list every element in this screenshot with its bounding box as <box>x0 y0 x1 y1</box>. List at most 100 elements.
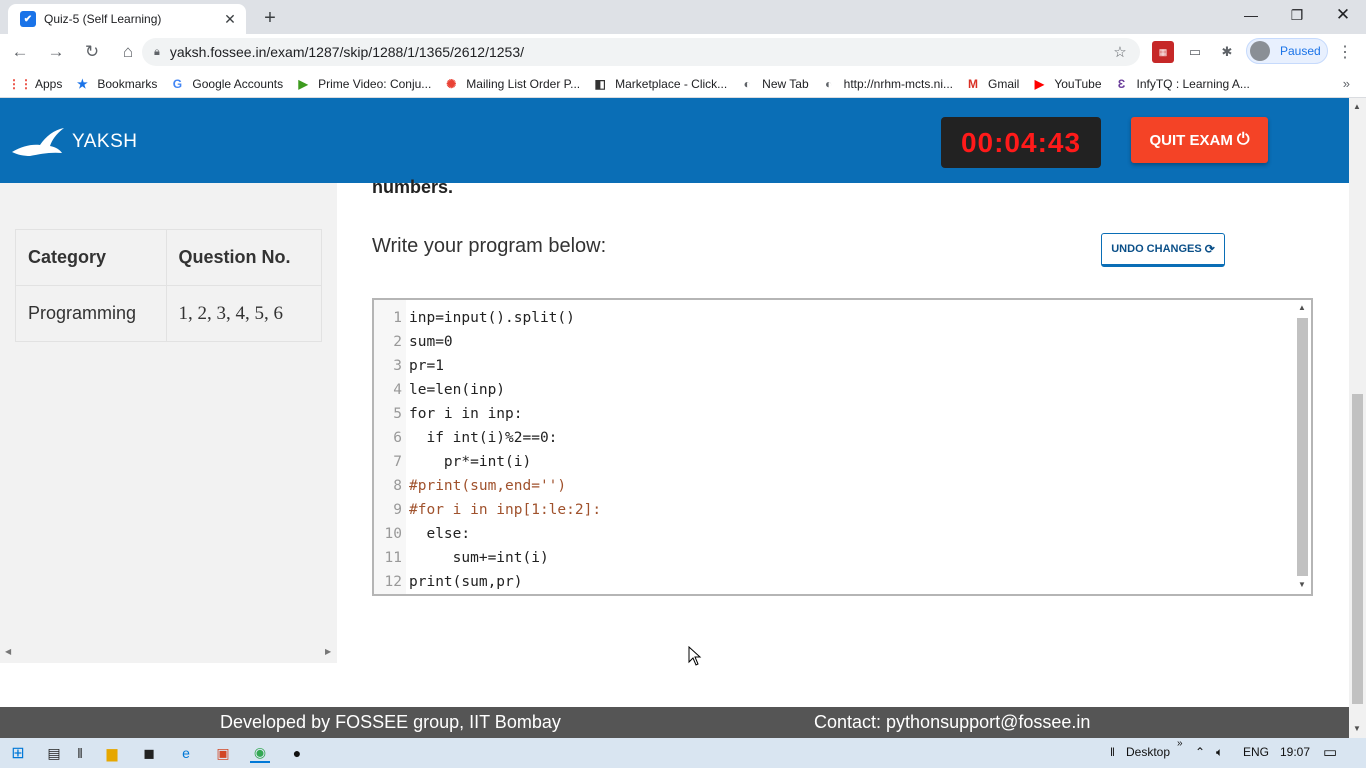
code-text: pr*=int(i) <box>409 454 532 470</box>
new-tab-button[interactable]: + <box>258 6 282 30</box>
powerpoint-icon[interactable]: ▣ <box>213 743 233 763</box>
code-line[interactable]: 3 pr=1 <box>374 354 1294 378</box>
desktop-label[interactable]: Desktop <box>1126 745 1170 759</box>
code-editor[interactable]: ▲ ▼ 1 inp=input().split() 2 sum=0 3 pr=1 4 le=l… <box>372 298 1313 596</box>
toolbar-expand-icon[interactable]: » <box>1177 738 1183 749</box>
developed-by-text: Developed by FOSSEE group, IIT Bombay <box>220 712 561 732</box>
editor-scrollbar[interactable]: ▲ ▼ <box>1296 302 1309 592</box>
code-line[interactable]: 7 pr*=int(i) <box>374 450 1294 474</box>
yaksh-logo[interactable]: YAKSH <box>10 126 138 158</box>
line-number: 3 <box>393 358 402 374</box>
code-line[interactable]: 6 if int(i)%2==0: <box>374 426 1294 450</box>
profile-paused-button[interactable]: Paused <box>1246 38 1328 64</box>
scroll-down-icon[interactable]: ▼ <box>1298 580 1306 589</box>
back-icon[interactable]: ← <box>4 36 36 68</box>
category-cell: Programming <box>15 285 167 342</box>
category-header: Category <box>15 229 167 286</box>
taskbar-divider-icon: ‖ <box>77 745 83 761</box>
quit-exam-button[interactable]: QUIT EXAM ⏻ <box>1131 117 1268 163</box>
code-line[interactable]: 4 le=len(inp) <box>374 378 1294 402</box>
code-line[interactable]: 2 sum=0 <box>374 330 1294 354</box>
page-scroll-thumb[interactable] <box>1352 394 1363 704</box>
bookmark-item[interactable]: ▶ Prime Video: Conju... <box>295 76 432 92</box>
bookmarks-overflow-icon[interactable]: » <box>1343 76 1350 91</box>
marketplace-icon: ◧ <box>594 76 606 91</box>
bookmark-item[interactable]: ✺ Mailing List Order P... <box>443 76 580 92</box>
browser-tab-strip: ✔ Quiz-5 (Self Learning) ✕ + — ❐ ✕ <box>0 0 1366 34</box>
menu-kebab-icon[interactable]: ⋮ <box>1334 41 1356 63</box>
undo-changes-button[interactable]: UNDO CHANGES ⟳ <box>1101 233 1225 267</box>
line-number: 11 <box>384 550 402 566</box>
browser-toolbar: ← → ↻ ⌂ 🔒︎ yaksh.fossee.in/exam/1287/ski… <box>0 34 1366 70</box>
restore-icon[interactable]: ❐ <box>1274 0 1320 30</box>
line-number: 5 <box>393 406 402 422</box>
bookmark-star-icon[interactable]: ☆ <box>1108 43 1132 61</box>
scroll-right-icon[interactable]: ▶ <box>325 647 331 656</box>
address-bar[interactable]: 🔒︎ yaksh.fossee.in/exam/1287/skip/1288/1… <box>142 38 1140 66</box>
bookmark-label: InfyTQ : Learning A... <box>1136 76 1250 91</box>
bookmark-item[interactable]: M Gmail <box>965 76 1019 92</box>
obs-icon[interactable]: ● <box>287 743 307 763</box>
question-numbers-cell[interactable]: 1, 2, 3, 4, 5, 6 <box>165 285 323 342</box>
code-text: print(sum,pr) <box>409 574 523 590</box>
table-row: Programming 1, 2, 3, 4, 5, 6 <box>15 285 323 342</box>
clock-time[interactable]: 19:07 <box>1280 745 1310 759</box>
page-scrollbar[interactable]: ▲ ▼ <box>1349 98 1366 738</box>
bookmark-label: Google Accounts <box>192 76 284 91</box>
code-line[interactable]: 12 print(sum,pr) <box>374 570 1294 594</box>
minimize-icon[interactable]: — <box>1228 0 1274 30</box>
line-number: 10 <box>384 526 402 542</box>
edge-icon[interactable]: e <box>176 743 196 763</box>
extension-red-icon[interactable]: ▦ <box>1152 41 1174 63</box>
bookmark-item[interactable]: ⋮⋮ Apps <box>8 76 63 92</box>
code-line[interactable]: 9 #for i in inp[1:le:2]: <box>374 498 1294 522</box>
code-line[interactable]: 10 else: <box>374 522 1294 546</box>
code-line[interactable]: 5 for i in inp: <box>374 402 1294 426</box>
file-explorer-icon[interactable]: ▆ <box>102 743 122 763</box>
task-view-icon[interactable]: ▤ <box>44 743 64 763</box>
page-scroll-down-icon[interactable]: ▼ <box>1353 724 1361 733</box>
code-line[interactable]: 8 #print(sum,end='') <box>374 474 1294 498</box>
store-icon[interactable]: ◼ <box>139 743 159 763</box>
language-indicator[interactable]: ENG <box>1243 745 1269 759</box>
scroll-up-icon[interactable]: ▲ <box>1298 303 1306 312</box>
close-tab-icon[interactable]: ✕ <box>222 11 238 27</box>
browser-tab[interactable]: ✔ Quiz-5 (Self Learning) ✕ <box>8 4 246 34</box>
windows-start-icon[interactable]: ⊞ <box>8 743 28 763</box>
bookmark-item[interactable]: Ɛ InfyTQ : Learning A... <box>1114 76 1250 92</box>
bookmark-item[interactable]: ◐ New Tab <box>739 76 809 92</box>
bookmark-item[interactable]: ◧ Marketplace - Click... <box>592 76 727 92</box>
code-line[interactable]: 1 inp=input().split() <box>374 306 1294 330</box>
bookmark-item[interactable]: G Google Accounts <box>169 76 283 92</box>
forward-icon[interactable]: → <box>40 36 72 68</box>
reload-icon[interactable]: ↻ <box>76 36 108 68</box>
extensions-puzzle-icon[interactable]: ✱ <box>1216 41 1238 63</box>
code-text: #print(sum,end='') <box>409 478 567 494</box>
cast-icon[interactable]: ▭ <box>1184 41 1206 63</box>
editor-scroll-thumb[interactable] <box>1297 318 1308 576</box>
scroll-left-icon[interactable]: ◀ <box>5 647 11 656</box>
window-close-icon[interactable]: ✕ <box>1320 0 1366 30</box>
page-scroll-up-icon[interactable]: ▲ <box>1353 102 1361 111</box>
star-icon: ★ <box>76 76 88 91</box>
chrome-icon[interactable]: ◉ <box>250 743 270 763</box>
question-content: numbers. Write your program below: UNDO … <box>372 177 1332 723</box>
code-line[interactable]: 11 sum+=int(i) <box>374 546 1294 570</box>
gmail-icon: M <box>968 76 978 91</box>
tray-up-icon[interactable]: ⌃ <box>1195 745 1205 759</box>
globe-icon: ◐ <box>743 76 751 91</box>
question-no-header: Question No. <box>165 229 323 286</box>
quit-exam-label: QUIT EXAM <box>1149 131 1233 149</box>
bookmark-item[interactable]: ▶ YouTube <box>1031 76 1102 92</box>
volume-icon[interactable]: 🔈︎ <box>1216 745 1223 760</box>
yaksh-header: YAKSH 00:04:43 QUIT EXAM ⏻ <box>0 98 1349 183</box>
contact-text[interactable]: Contact: pythonsupport@fossee.in <box>814 712 1090 733</box>
yaksh-favicon-icon: ✔ <box>20 11 36 27</box>
bookmark-label: Apps <box>35 76 63 91</box>
bookmark-item[interactable]: ◐ http://nrhm-mcts.ni... <box>821 76 953 92</box>
bookmark-label: New Tab <box>762 76 809 91</box>
tab-title: Quiz-5 (Self Learning) <box>44 12 162 26</box>
notifications-icon[interactable]: ▭ <box>1323 743 1337 761</box>
home-icon[interactable]: ⌂ <box>112 36 144 68</box>
bookmark-item[interactable]: ★ Bookmarks <box>74 76 157 92</box>
